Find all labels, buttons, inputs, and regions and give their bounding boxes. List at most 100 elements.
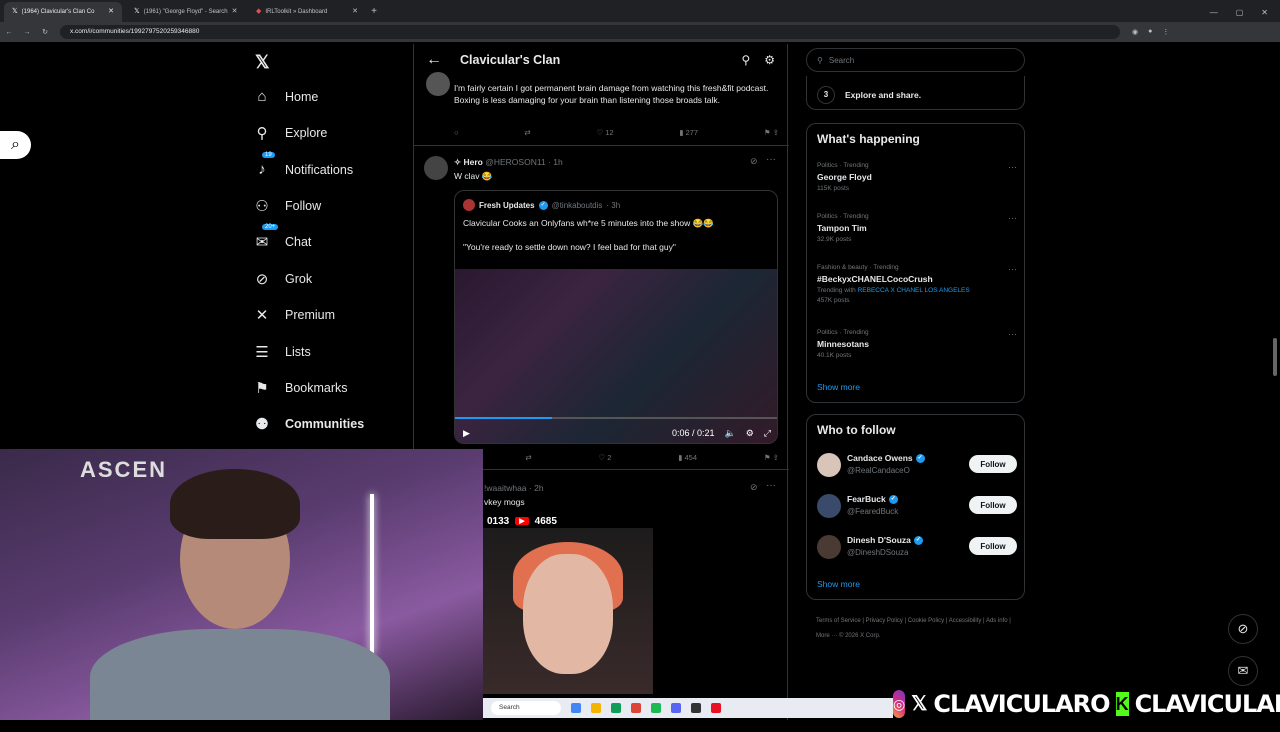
- nav-communities[interactable]: ⚉ Communities: [253, 415, 364, 433]
- app-icon[interactable]: [711, 703, 721, 713]
- trend-category: Politics · Trending: [817, 162, 869, 169]
- author-handle[interactable]: !waaitwhaa: [484, 483, 527, 493]
- close-tab-icon[interactable]: ✕: [108, 2, 114, 22]
- post[interactable]: ✧ Hero @HEROSON11 · 1h ⊘ ··· W clav 😂 Fr…: [414, 148, 789, 470]
- like-button[interactable]: ♡ 2: [598, 453, 611, 462]
- views-button[interactable]: ▮ 454: [678, 453, 697, 462]
- nav-explore[interactable]: ⚲ Explore: [253, 124, 328, 142]
- close-window-icon[interactable]: ✕: [1261, 8, 1268, 17]
- nav-bookmarks[interactable]: ⚑ Bookmarks: [253, 379, 347, 397]
- maximize-icon[interactable]: ▢: [1236, 8, 1244, 17]
- discord-icon[interactable]: [671, 703, 681, 713]
- volume-icon[interactable]: 🔈: [725, 428, 736, 439]
- post[interactable]: I'm fairly certain I got permanent brain…: [414, 72, 789, 146]
- gear-icon[interactable]: ⚙: [764, 53, 775, 67]
- reply-icon[interactable]: ○: [454, 128, 459, 137]
- video-player[interactable]: ▶ 0:06 / 0:21 🔈 ⚙ ⤢: [455, 269, 777, 443]
- close-tab-icon[interactable]: ✕: [352, 2, 358, 22]
- app-icon[interactable]: [631, 703, 641, 713]
- browser-tab[interactable]: 𝕏 (1964) Clavicular's Clan Co ✕: [4, 2, 122, 22]
- bookmark-icon[interactable]: ⚑ ⇪: [764, 453, 779, 462]
- author-name[interactable]: ✧ Hero: [454, 157, 483, 167]
- trend-item[interactable]: Politics · Trending George Floyd 115K po…: [817, 162, 1017, 192]
- avatar[interactable]: [424, 156, 448, 180]
- trend-item[interactable]: Politics · Trending Minnesotans 40.1K po…: [817, 329, 1017, 359]
- browser-tab[interactable]: ◆ IRLToolkit » Dashboard ✕: [248, 2, 366, 22]
- views-button[interactable]: ▮ 277: [679, 128, 698, 137]
- nav-follow[interactable]: ⚇ Follow: [253, 197, 321, 215]
- reload-icon[interactable]: ↻: [36, 28, 54, 36]
- follow-button[interactable]: Follow: [969, 455, 1017, 473]
- app-icon[interactable]: [691, 703, 701, 713]
- mail-icon[interactable]: ✉: [1228, 656, 1258, 686]
- video-progress[interactable]: [455, 417, 777, 419]
- spotify-icon[interactable]: [651, 703, 661, 713]
- post-header: ✧ Hero @HEROSON11 · 1h: [454, 156, 563, 168]
- footer-links[interactable]: Terms of Service | Privacy Policy | Cook…: [816, 614, 1016, 644]
- address-bar[interactable]: x.com/i/communities/1992797520259346880: [60, 25, 1120, 39]
- close-tab-icon[interactable]: ✕: [232, 2, 238, 22]
- clip-face: [523, 554, 613, 674]
- nav-notifications[interactable]: ♪ 19 Notifications: [253, 152, 353, 178]
- avatar[interactable]: [817, 494, 841, 518]
- bookmark-icon[interactable]: ⚑ ⇪: [764, 128, 779, 137]
- page-title: Clavicular's Clan: [460, 53, 561, 67]
- repost-icon[interactable]: ⇄: [524, 128, 530, 137]
- grok-icon: ⊘: [255, 271, 269, 288]
- trend-item[interactable]: Fashion & beauty · Trending #BeckyxCHANE…: [817, 264, 1017, 304]
- extension-icon[interactable]: ◉: [1132, 28, 1138, 36]
- avatar[interactable]: [817, 535, 841, 559]
- scrollbar[interactable]: [1273, 338, 1277, 376]
- follow-button[interactable]: Follow: [969, 496, 1017, 514]
- nav-lists[interactable]: ☰ Lists: [253, 343, 310, 361]
- show-more-link[interactable]: Show more: [817, 382, 860, 392]
- author-handle[interactable]: @HEROSON11: [485, 157, 545, 167]
- follow-button[interactable]: Follow: [969, 537, 1017, 555]
- follow-suggestion[interactable]: FearBuck ✓ @FearedBuck Follow: [817, 492, 1017, 522]
- grok-icon[interactable]: ⊘: [750, 482, 758, 493]
- grok-icon[interactable]: ⊘: [750, 156, 758, 167]
- trend-item[interactable]: Politics · Trending Tampon Tim 32.9K pos…: [817, 213, 1017, 243]
- app-icon[interactable]: [611, 703, 621, 713]
- minimize-icon[interactable]: —: [1210, 8, 1218, 17]
- taskbar-search[interactable]: Search: [491, 701, 561, 715]
- back-arrow-icon[interactable]: ←: [426, 51, 442, 69]
- repost-icon[interactable]: ⇄: [525, 453, 531, 462]
- nav-label: Home: [285, 89, 319, 104]
- back-icon[interactable]: ←: [0, 29, 18, 36]
- more-icon[interactable]: ···: [1008, 213, 1017, 223]
- folder-icon[interactable]: [591, 703, 601, 713]
- quoted-post[interactable]: Fresh Updates ✓ @tinkaboutdis · 3h Clavi…: [454, 190, 778, 444]
- x-logo-icon[interactable]: 𝕏: [255, 52, 270, 73]
- app-icon[interactable]: [571, 703, 581, 713]
- follow-suggestion[interactable]: Dinesh D'Souza ✓ @DineshDSouza Follow: [817, 533, 1017, 563]
- show-more-link[interactable]: Show more: [817, 579, 860, 589]
- nav-premium[interactable]: ✕ Premium: [253, 306, 335, 324]
- search-icon[interactable]: ⚲: [741, 53, 750, 67]
- play-icon[interactable]: ▶: [463, 428, 470, 439]
- search-input[interactable]: ⚲ Search: [806, 48, 1025, 72]
- more-icon[interactable]: ···: [766, 154, 776, 165]
- follow-suggestion[interactable]: Candace Owens ✓ @RealCandaceO Follow: [817, 451, 1017, 481]
- avatar[interactable]: [426, 72, 450, 96]
- new-tab-button[interactable]: +: [366, 2, 382, 22]
- more-icon[interactable]: ···: [1008, 329, 1017, 339]
- nav-home[interactable]: ⌂ Home: [253, 88, 318, 105]
- more-icon[interactable]: ···: [1008, 264, 1017, 274]
- grok-icon[interactable]: ⊘: [1228, 614, 1258, 644]
- nav-chat[interactable]: ✉ 20+ Chat: [253, 224, 311, 251]
- browser-tab[interactable]: 𝕏 (1961) "George Floyd" - Search ✕: [126, 2, 244, 22]
- avatar[interactable]: [817, 453, 841, 477]
- gear-icon[interactable]: ⚙: [746, 428, 754, 439]
- lens-icon[interactable]: ⌕: [0, 131, 31, 159]
- forward-icon[interactable]: →: [18, 29, 36, 36]
- nav-grok[interactable]: ⊘ Grok: [253, 270, 312, 288]
- profile-icon[interactable]: ●: [1148, 28, 1152, 36]
- counter-left: 0133: [487, 515, 510, 527]
- like-button[interactable]: ♡ 12: [596, 128, 613, 137]
- menu-icon[interactable]: ⋮: [1162, 28, 1169, 36]
- more-icon[interactable]: ···: [1008, 162, 1017, 172]
- fullscreen-icon[interactable]: ⤢: [764, 428, 771, 439]
- more-icon[interactable]: ···: [766, 480, 776, 491]
- trending-with-link[interactable]: REBECCA X CHANEL LOS ANGELES: [858, 287, 970, 294]
